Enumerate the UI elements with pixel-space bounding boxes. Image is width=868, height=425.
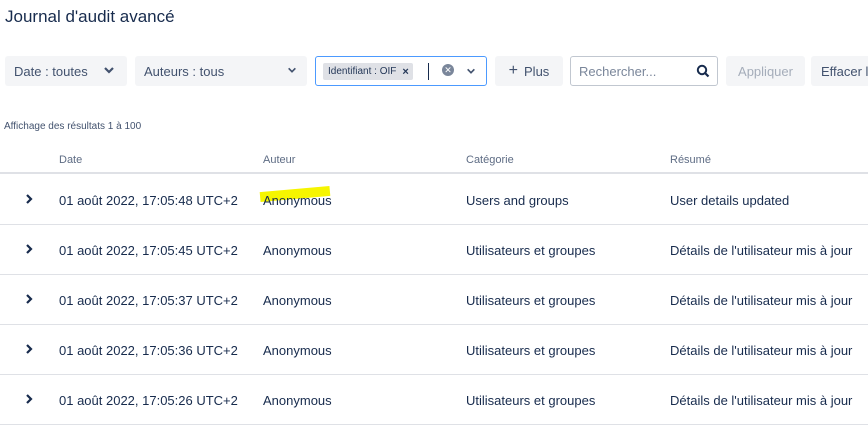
clear-filters-button[interactable]: Effacer l xyxy=(811,56,868,86)
row-summary: Détails de l'utilisateur mis à jour xyxy=(670,243,853,258)
more-filters-button[interactable]: + Plus xyxy=(495,56,563,86)
authors-filter-dropdown[interactable]: Auteurs : tous xyxy=(135,56,307,86)
column-header-summary[interactable]: Résumé xyxy=(670,154,711,166)
chevron-down-icon xyxy=(104,67,114,74)
chevron-right-icon[interactable] xyxy=(24,393,34,405)
identifier-filter-select[interactable]: Identifiant : OIF × ✕ xyxy=(315,56,487,86)
row-date: 01 août 2022, 17:05:36 UTC+2 xyxy=(59,343,238,358)
table-row[interactable]: 01 août 2022, 17:05:45 UTC+2 Anonymous U… xyxy=(0,225,868,275)
apply-button[interactable]: Appliquer xyxy=(726,56,805,86)
page-title: Journal d'audit avancé xyxy=(5,7,175,26)
table-row[interactable]: 01 août 2022, 17:05:37 UTC+2 Anonymous U… xyxy=(0,275,868,325)
chevron-right-icon[interactable] xyxy=(24,343,34,355)
identifier-tag-label: Identifiant : OIF xyxy=(328,66,397,77)
table-row[interactable]: 01 août 2022, 17:05:36 UTC+2 Anonymous U… xyxy=(0,325,868,375)
row-summary: User details updated xyxy=(670,193,790,208)
text-cursor xyxy=(428,63,429,80)
identifier-tag: Identifiant : OIF × xyxy=(323,63,413,80)
chevron-right-icon[interactable] xyxy=(24,193,34,205)
row-summary: Détails de l'utilisateur mis à jour xyxy=(670,293,853,308)
row-date: 01 août 2022, 17:05:26 UTC+2 xyxy=(59,393,238,408)
chevron-right-icon[interactable] xyxy=(24,293,34,305)
date-filter-dropdown[interactable]: Date : toutes xyxy=(5,56,127,86)
search-icon[interactable] xyxy=(696,64,710,78)
row-author: Anonymous xyxy=(263,293,332,308)
chevron-down-icon xyxy=(288,67,296,73)
row-author: Anonymous xyxy=(263,243,332,258)
column-header-date[interactable]: Date xyxy=(59,154,82,166)
results-count: Affichage des résultats 1 à 100 xyxy=(4,121,142,132)
search-box xyxy=(570,56,718,86)
table-row[interactable]: 01 août 2022, 17:05:48 UTC+2 Anonymous U… xyxy=(0,175,868,225)
table-header: Date Auteur Catégorie Résumé xyxy=(0,144,868,174)
date-filter-label: Date : toutes xyxy=(14,63,88,79)
column-header-category[interactable]: Catégorie xyxy=(466,154,514,166)
row-category: Users and groups xyxy=(466,193,569,208)
more-filters-label: Plus xyxy=(524,63,550,79)
clear-icon[interactable]: ✕ xyxy=(442,64,454,76)
table-row[interactable]: 01 août 2022, 17:05:26 UTC+2 Anonymous U… xyxy=(0,375,868,425)
row-category: Utilisateurs et groupes xyxy=(466,343,596,358)
column-header-author[interactable]: Auteur xyxy=(263,154,295,166)
row-summary: Détails de l'utilisateur mis à jour xyxy=(670,343,853,358)
row-date: 01 août 2022, 17:05:45 UTC+2 xyxy=(59,243,238,258)
row-author: Anonymous xyxy=(263,393,332,408)
plus-icon: + xyxy=(508,62,519,79)
chevron-down-icon[interactable] xyxy=(466,66,476,76)
filter-toolbar: Date : toutes Auteurs : tous Identifiant… xyxy=(5,56,868,86)
row-author: Anonymous xyxy=(263,343,332,358)
row-author: Anonymous xyxy=(263,193,332,208)
row-summary: Détails de l'utilisateur mis à jour xyxy=(670,393,853,408)
search-input[interactable] xyxy=(577,62,691,80)
chevron-right-icon[interactable] xyxy=(24,243,34,255)
row-category: Utilisateurs et groupes xyxy=(466,243,596,258)
row-category: Utilisateurs et groupes xyxy=(466,293,596,308)
authors-filter-label: Auteurs : tous xyxy=(144,63,225,79)
tag-remove-icon[interactable]: × xyxy=(402,66,408,78)
row-category: Utilisateurs et groupes xyxy=(466,393,596,408)
row-date: 01 août 2022, 17:05:48 UTC+2 xyxy=(59,193,238,208)
row-date: 01 août 2022, 17:05:37 UTC+2 xyxy=(59,293,238,308)
